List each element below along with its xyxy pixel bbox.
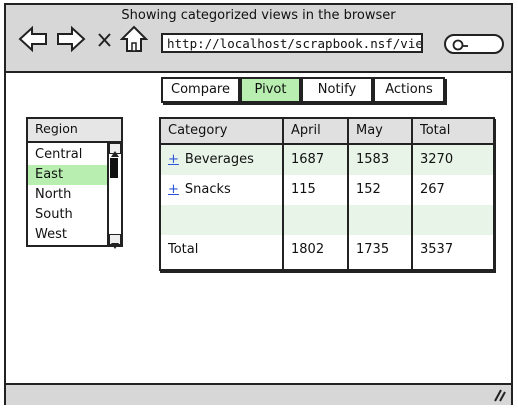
column-divider [347,119,349,269]
column-header-total[interactable]: Total [413,119,450,143]
table-row: + Snacks 115 152 267 [161,175,493,205]
category-cell [161,205,168,235]
category-cell: + Beverages [161,145,254,175]
resize-grip-icon[interactable] [491,387,507,403]
table-row [161,205,493,235]
address-bar[interactable]: http://localhost/scrapbook.nsf/view5.xsp [161,33,423,53]
browser-window: Showing categorized views in the browser… [4,3,513,405]
expand-icon[interactable]: + [168,152,179,167]
list-item[interactable]: North [28,185,111,205]
category-cell: + Snacks [161,175,231,205]
column-header-april[interactable]: April [284,119,321,143]
tab-actions[interactable]: Actions [373,77,445,103]
column-header-category[interactable]: Category [161,119,227,143]
category-cell: Total [168,242,199,257]
tab-compare[interactable]: Compare [161,77,240,103]
search-field[interactable] [444,34,504,54]
list-item[interactable]: East [28,165,111,185]
column-divider [411,119,413,269]
scroll-down-icon[interactable] [109,234,121,249]
column-divider [282,119,284,269]
total-cell: 3537 [420,242,454,257]
table-row: + Beverages 1687 1583 3270 [161,145,493,175]
pivot-table: Category April May Total + Beverages 1687… [159,117,495,271]
may-cell: 152 [356,182,381,197]
april-cell: 115 [291,182,316,197]
list-item[interactable]: West [28,225,111,245]
status-bar [6,383,511,405]
tab-pivot[interactable]: Pivot [240,77,301,103]
april-cell: 1687 [291,152,325,167]
may-cell: 1735 [356,242,390,257]
window-title: Showing categorized views in the browser [121,8,396,23]
list-item[interactable]: South [28,205,111,225]
scroll-up-icon[interactable] [109,143,121,157]
home-icon[interactable] [120,25,148,53]
total-cell: 267 [420,182,445,197]
april-cell: 1802 [291,242,325,257]
back-arrow-icon[interactable] [18,25,48,53]
expand-icon[interactable]: + [168,182,179,197]
category-label: Snacks [184,182,231,197]
category-label: Beverages [184,152,254,167]
close-icon[interactable] [96,25,114,53]
browser-toolbar: Showing categorized views in the browser… [6,5,511,73]
region-list-scrollbar[interactable] [107,143,121,249]
forward-arrow-icon[interactable] [56,25,86,53]
total-cell: 3270 [420,152,454,167]
tab-notify[interactable]: Notify [301,77,373,103]
table-header-row: Category April May Total [161,119,493,145]
list-item[interactable]: Central [28,145,111,165]
may-cell: 1583 [356,152,390,167]
table-row-total: Total 1802 1735 3537 [161,235,493,265]
region-list[interactable]: Region Central East North South West [26,117,123,249]
region-list-header: Region [28,119,121,143]
search-icon [452,39,468,51]
column-header-may[interactable]: May [349,119,383,143]
scroll-thumb[interactable] [110,158,118,178]
